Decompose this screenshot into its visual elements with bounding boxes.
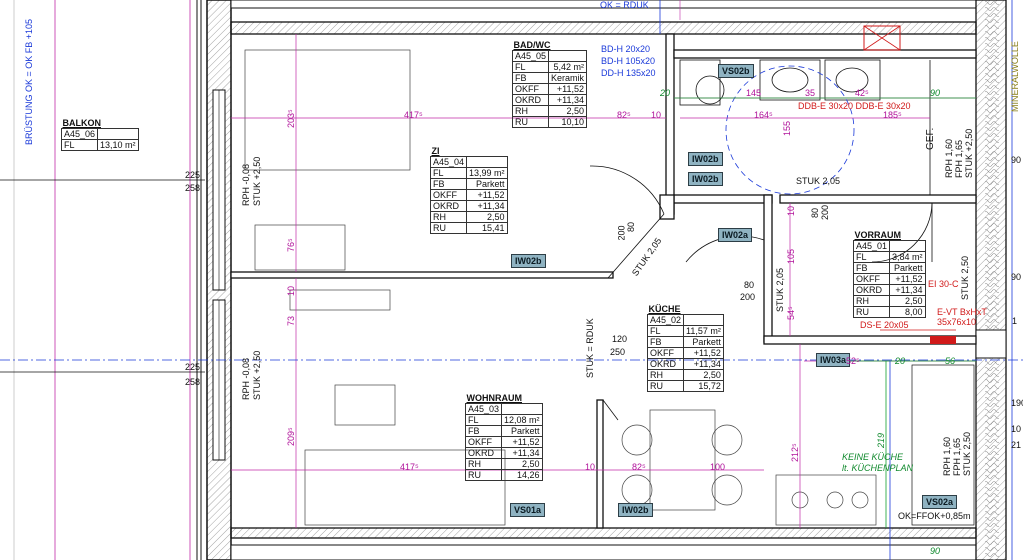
rph-label: RPH -0,08 xyxy=(241,163,251,206)
floor-plan-canvas: BRÜSTUNG OK = OK FB +105 MINERALWOLLE OK… xyxy=(0,0,1023,560)
room-table-zi: ZI A45_04 FL 13,99 m² FB Parkett OKFF +11,5… xyxy=(429,146,508,234)
kitchen-note: lt. KÜCHENPLAN xyxy=(842,463,914,473)
tag-iw02b: IW02b xyxy=(511,254,546,268)
stuk-label: STUK 2,50 xyxy=(962,431,972,476)
tag-iw02b: IW02b xyxy=(688,172,723,186)
tag-iw02b: IW02b xyxy=(688,152,723,166)
stuk-label: STUK +2,50 xyxy=(252,350,262,400)
tag-iw02a: IW02a xyxy=(718,228,753,242)
kitchen-note: KEINE KÜCHE xyxy=(842,452,904,462)
dim: 56 xyxy=(945,356,956,366)
room-table-badwc: BAD/WC A45_05 FL 5,42 m² FB Keramik OKFF +1… xyxy=(511,40,588,128)
tag-vs01a: VS01a xyxy=(510,503,546,517)
dim: 90 xyxy=(930,546,941,556)
stuk-label: STUK 2,05 xyxy=(796,176,841,186)
dim: 212⁵ xyxy=(790,443,800,462)
fph-label: FPH 1,65 xyxy=(952,437,962,476)
bd-label: BD-H 20x20 xyxy=(601,44,651,54)
dim: 258 xyxy=(185,377,201,387)
ddb-label: DDB-E 30x20 DDB-E 30x20 xyxy=(798,101,911,111)
room-table-wohnraum: WOHNRAUM A45_03 FL 12,08 m² FB Parkett OKF… xyxy=(464,393,543,481)
dim: 42⁵ xyxy=(855,88,869,98)
dim: 52⁵ xyxy=(846,356,860,366)
dim: 200 xyxy=(820,204,830,220)
dim: 1 xyxy=(1012,316,1018,326)
dim: 80 xyxy=(626,221,637,233)
dim: 203⁵ xyxy=(286,109,296,128)
dim: 200 xyxy=(740,292,756,302)
dim: 219 xyxy=(876,432,886,448)
room-table-vorraum: VORRAUM A45_01 FL 3,84 m² FB Parkett OKFF +… xyxy=(852,230,926,318)
dim: 145 xyxy=(746,88,762,98)
fph-label: FPH 1,65 xyxy=(954,139,964,178)
dim: 10 xyxy=(1011,424,1022,434)
tag-iw02b: IW02b xyxy=(618,503,653,517)
insulation-label: MINERALWOLLE xyxy=(1010,41,1020,112)
stuk-rduk-label: STUK = RDUK xyxy=(585,318,595,378)
stuk-label: STUK 2,50 xyxy=(960,255,970,300)
tag-iw03a: IW03a xyxy=(816,353,851,367)
dim: 120 xyxy=(612,334,628,344)
stuk-label: STUK 2,05 xyxy=(775,267,785,312)
rph-label: RPH 1,60 xyxy=(942,436,952,476)
dim: 90 xyxy=(1011,155,1022,165)
room-title: BALKON xyxy=(62,118,102,128)
dim: 80 xyxy=(744,280,755,290)
stuk-label: STUK +2,50 xyxy=(252,156,262,206)
tag-vs02a: VS02a xyxy=(922,495,958,509)
bottom-wall xyxy=(230,527,977,560)
dim: 10 xyxy=(786,205,796,216)
stuk-label: STUK +2,50 xyxy=(964,128,974,178)
dim: 10 xyxy=(585,462,596,472)
dim: 20 xyxy=(660,88,671,98)
dse-label: DS-E 20x05 xyxy=(860,320,909,330)
dim: 105 xyxy=(786,248,796,264)
room-table-balkon: BALKON A45_06 FL 13,10 m² xyxy=(60,118,139,151)
dim: 200 xyxy=(616,225,627,241)
dim: 82⁵ xyxy=(617,110,631,120)
rph-label: RPH 1,60 xyxy=(944,138,954,178)
dim: 190 xyxy=(1011,398,1023,408)
dim: 90 xyxy=(1011,272,1022,282)
dim: 155 xyxy=(782,120,792,136)
dim: 417⁵ xyxy=(404,110,423,120)
dim: 100 xyxy=(710,462,726,472)
dim: 20 xyxy=(895,356,906,366)
bd-label: DD-H 135x20 xyxy=(601,68,656,78)
bd-label: BD-H 105x20 xyxy=(601,56,656,66)
exterior-wall-left xyxy=(206,0,232,560)
dim: 76⁵ xyxy=(286,238,296,252)
evt-label: E-VT BxHxT xyxy=(937,307,987,317)
dim: 250 xyxy=(610,347,626,357)
dim: 258 xyxy=(185,183,201,193)
rph-label: RPH -0,08 xyxy=(241,357,251,400)
dim: 82⁵ xyxy=(632,462,646,472)
dim: 209⁵ xyxy=(286,427,296,446)
dim: 54⁵ xyxy=(786,306,796,320)
dim: 10 xyxy=(286,285,296,296)
ei30-label: EI 30-C xyxy=(928,279,959,289)
exterior-wall-right xyxy=(975,0,1007,560)
dim: 80 xyxy=(810,207,820,218)
dim: 225 xyxy=(185,170,201,180)
tag-vs02b: VS02b xyxy=(718,64,754,78)
parapet-label: BRÜSTUNG OK = OK FB +105 xyxy=(24,18,34,145)
okffok-label: OK=FFOK+0,85m xyxy=(898,511,971,521)
dim: 35 xyxy=(805,88,816,98)
dim: 90 xyxy=(930,88,941,98)
top-label: OK = RDUK xyxy=(600,0,649,10)
gef-label: GEF. xyxy=(925,127,936,150)
dim: 21 xyxy=(1011,440,1022,450)
dim: 73 xyxy=(286,315,296,326)
dim: 417⁵ xyxy=(400,462,419,472)
dim: 10 xyxy=(651,110,662,120)
dim: 185⁵ xyxy=(883,110,902,120)
dim: 164⁵ xyxy=(754,110,773,120)
evt-dim-label: 35x76x10 xyxy=(937,317,977,327)
dim: 225 xyxy=(185,362,201,372)
room-table-kueche: KÜCHE A45_02 FL 11,57 m² FB Parkett OKFF +1… xyxy=(646,304,724,392)
